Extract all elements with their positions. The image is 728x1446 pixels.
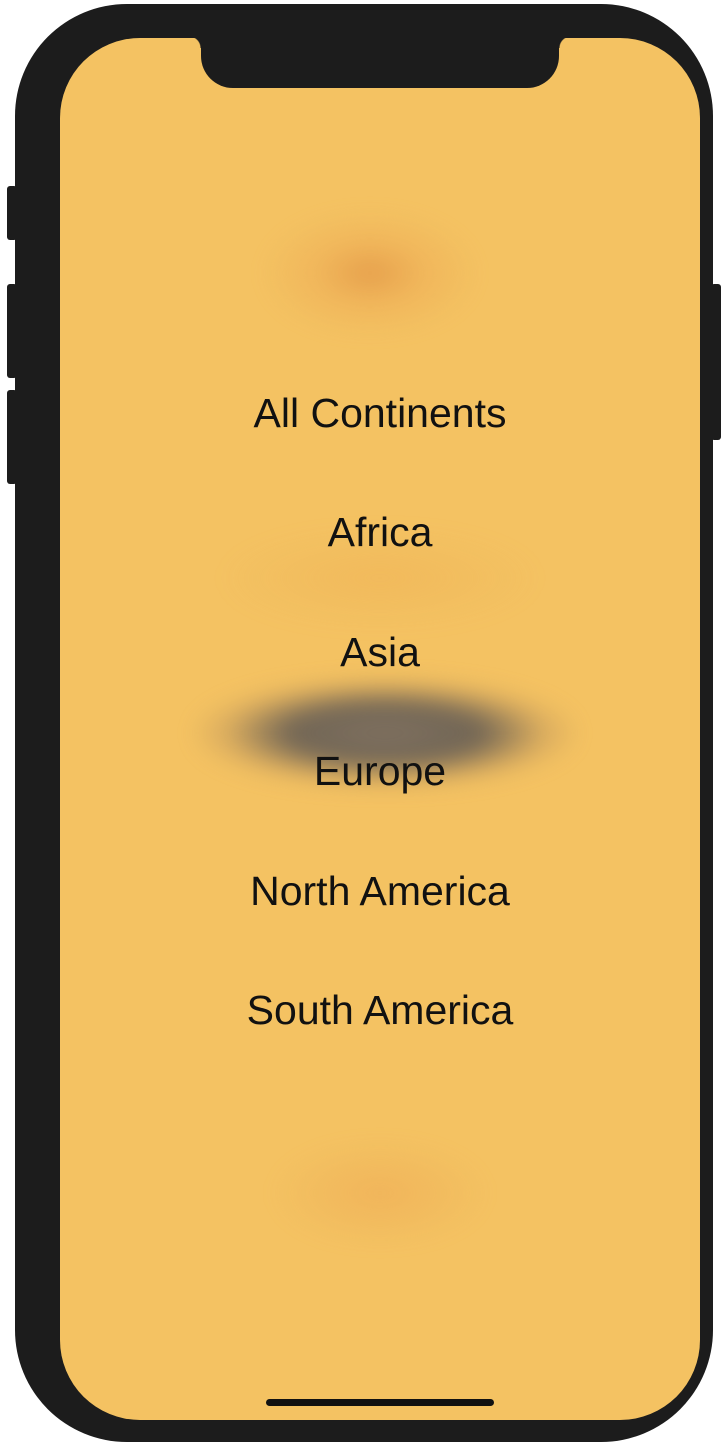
menu-item-europe[interactable]: Europe	[60, 746, 700, 796]
home-indicator[interactable]	[266, 1399, 494, 1406]
app-screen: All Continents Africa Asia Europe North …	[60, 38, 700, 1420]
menu-item-asia[interactable]: Asia	[60, 627, 700, 677]
menu-item-north-america[interactable]: North America	[60, 866, 700, 916]
continent-menu: All Continents Africa Asia Europe North …	[60, 38, 700, 1420]
device-frame: All Continents Africa Asia Europe North …	[15, 4, 713, 1442]
menu-item-all-continents[interactable]: All Continents	[60, 388, 700, 438]
menu-item-africa[interactable]: Africa	[60, 507, 700, 557]
menu-item-south-america[interactable]: South America	[60, 985, 700, 1035]
